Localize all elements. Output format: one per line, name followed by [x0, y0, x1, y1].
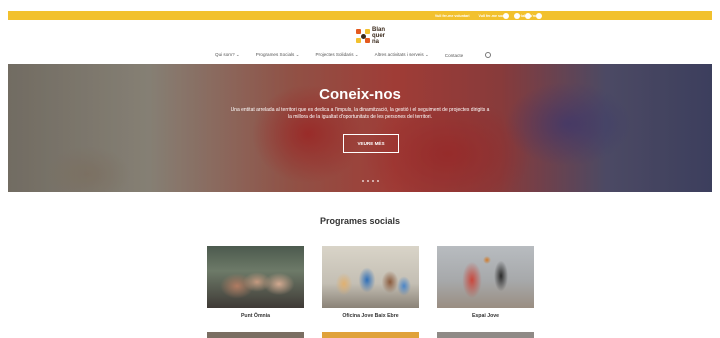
program-card-oficina-jove[interactable]: Oficina Jove Baix Ebre	[322, 246, 419, 319]
carousel-dot[interactable]	[372, 180, 374, 182]
site-header: Blan quer na Qui som? ⌄ Programes Social…	[8, 20, 712, 64]
program-card-punt-omnia[interactable]: Punt Òmnia	[207, 246, 304, 319]
program-image[interactable]	[322, 332, 419, 338]
social-icons	[503, 12, 542, 19]
instagram-icon[interactable]	[514, 12, 520, 19]
carousel-dot[interactable]	[367, 180, 369, 182]
program-image[interactable]	[207, 246, 304, 308]
site-logo[interactable]: Blan quer na	[356, 27, 385, 45]
program-card-label[interactable]: Oficina Jove Baix Ebre	[322, 313, 419, 319]
program-card-label[interactable]: Espai Jove	[437, 313, 534, 319]
program-image[interactable]	[437, 332, 534, 338]
program-card-label[interactable]: Punt Òmnia	[207, 313, 304, 319]
nav-item-programes-socials[interactable]: Programes Socials ⌄	[256, 52, 300, 58]
program-image[interactable]	[437, 246, 534, 308]
carousel-dot[interactable]	[377, 180, 379, 182]
hero-more-button[interactable]: VEURE MÉS	[343, 134, 399, 153]
nav-item-altres-activitats[interactable]: Altres activitats i serveis ⌄	[375, 52, 429, 58]
nav-item-contacte[interactable]: Contacte	[445, 53, 463, 58]
carousel-dots	[362, 180, 379, 182]
logo-wordmark: Blan quer na	[372, 27, 386, 45]
programs-section-title: Programes socials	[319, 216, 401, 226]
search-icon[interactable]	[485, 52, 492, 58]
logo-mark-icon	[356, 29, 370, 43]
hero-banner: Coneix-nos Una entitat arrelada al terri…	[8, 64, 712, 192]
nav-item-qui-som[interactable]: Qui som? ⌄	[215, 52, 240, 58]
program-card-partial[interactable]	[322, 332, 419, 338]
carousel-dot[interactable]	[362, 180, 364, 182]
twitter-icon[interactable]	[503, 12, 509, 19]
program-image[interactable]	[322, 246, 419, 308]
volunteer-link[interactable]: Vull fer-me voluntari	[435, 14, 470, 18]
member-link[interactable]: Vull fer-me soci	[479, 14, 506, 18]
hero-description: Una entitat arrelada al territori que es…	[230, 107, 490, 120]
program-image[interactable]	[207, 332, 304, 338]
main-nav: Qui som? ⌄ Programes Socials ⌄ Projectes…	[215, 52, 492, 58]
nav-item-projectes-solidaris[interactable]: Projectes Solidaris ⌄	[315, 52, 358, 58]
program-card-espai-jove[interactable]: Espai Jove	[437, 246, 534, 319]
top-bar: Vull fer-me voluntari Vull fer-me soci C…	[8, 11, 712, 20]
program-card-partial[interactable]	[437, 332, 534, 338]
facebook-icon[interactable]	[525, 12, 531, 19]
program-card-partial[interactable]	[207, 332, 304, 338]
hero-title: Coneix-nos	[319, 86, 401, 103]
search-icon[interactable]	[536, 12, 542, 19]
